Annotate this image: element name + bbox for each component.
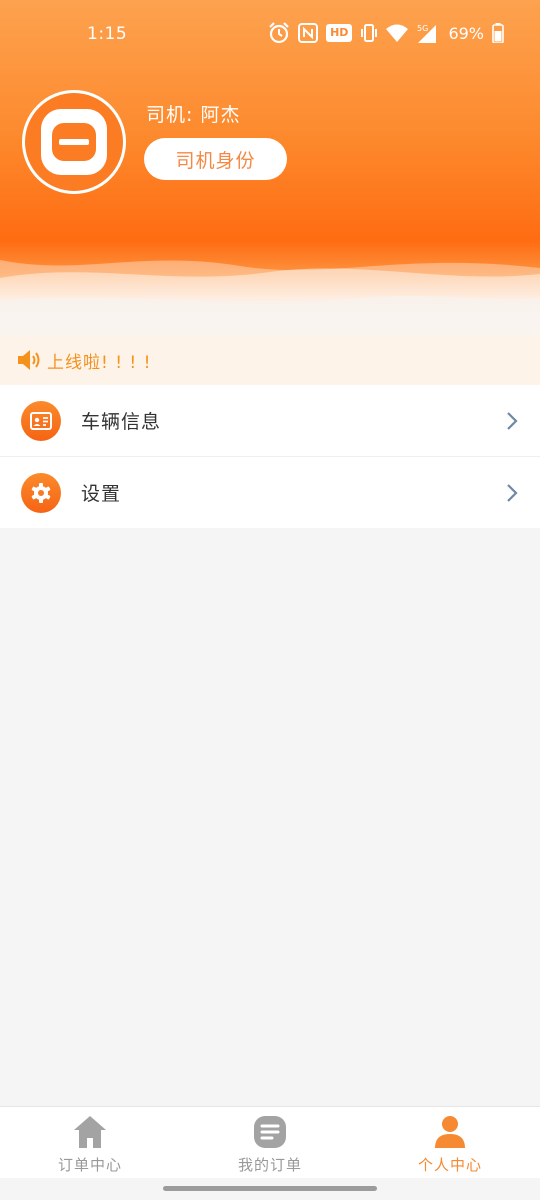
- home-icon: [74, 1116, 106, 1148]
- person-icon: [435, 1116, 465, 1148]
- signal-icon: 5G: [417, 24, 437, 43]
- status-time: 1:15: [87, 24, 128, 44]
- driver-identity-button[interactable]: 司机身份: [144, 138, 287, 180]
- app-logo-icon: [41, 109, 107, 175]
- wifi-icon: [386, 24, 409, 42]
- alarm-icon: [269, 22, 289, 44]
- menu-item-settings[interactable]: 设置: [0, 457, 540, 528]
- driver-name: 司机: 阿杰: [146, 104, 241, 126]
- vehicle-card-icon: [21, 400, 61, 441]
- bottom-nav: 订单中心 我的订单 个人中心: [0, 1106, 540, 1178]
- nav-label-personal-center: 个人中心: [417, 1156, 482, 1174]
- menu-item-vehicle-info[interactable]: 车辆信息: [0, 385, 540, 457]
- notice-bar[interactable]: 上线啦! ! ! !: [0, 335, 540, 385]
- menu-label-vehicle-info: 车辆信息: [81, 411, 162, 433]
- home-indicator[interactable]: [163, 1186, 377, 1191]
- profile-header: 1:15 HD 5G 69% 司机: 阿杰 司机身份: [0, 0, 540, 335]
- nav-tab-my-orders[interactable]: 我的订单: [180, 1107, 360, 1178]
- nav-label-order-center: 订单中心: [57, 1156, 122, 1174]
- nav-tab-personal-center[interactable]: 个人中心: [360, 1107, 540, 1178]
- status-bar: 1:15 HD 5G 69%: [0, 0, 540, 70]
- hd-badge: HD: [326, 24, 353, 42]
- notice-text: 上线啦! ! ! !: [47, 352, 152, 373]
- status-icons: HD 5G 69%: [268, 22, 504, 44]
- speaker-icon: [18, 350, 40, 370]
- battery-percent: 69%: [448, 23, 484, 43]
- nfc-icon: [298, 23, 319, 43]
- avatar[interactable]: [22, 90, 126, 194]
- chevron-right-icon: [507, 483, 518, 502]
- network-label: 5G: [417, 24, 428, 33]
- header-wave: [0, 260, 540, 335]
- nav-label-my-orders: 我的订单: [237, 1156, 302, 1174]
- menu-list: 车辆信息 设置: [0, 385, 540, 528]
- nav-tab-order-center[interactable]: 订单中心: [0, 1107, 180, 1178]
- list-icon: [254, 1116, 286, 1148]
- menu-label-settings: 设置: [81, 483, 122, 505]
- battery-icon: [492, 23, 504, 43]
- vibrate-icon: [361, 24, 378, 42]
- gear-icon: [21, 472, 61, 513]
- chevron-right-icon: [507, 411, 518, 430]
